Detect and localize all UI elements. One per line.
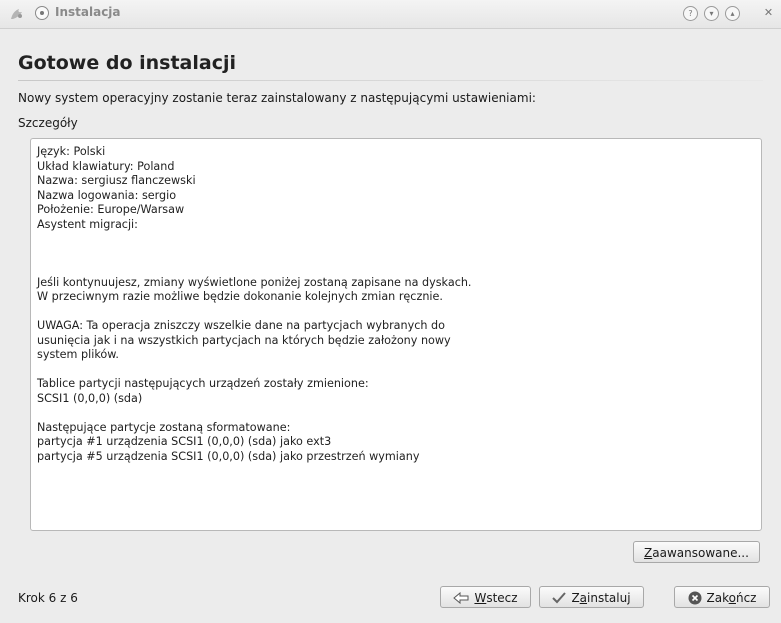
quit-mnemonic: o [728,591,736,605]
back-label: stecz [486,591,518,605]
help-icon[interactable]: ? [683,6,698,21]
install-label-before: Z [571,591,580,605]
back-mnemonic: W [474,591,487,605]
window-title: Instalacja [55,5,121,19]
step-indicator: Krok 6 z 6 [18,591,78,605]
advanced-button[interactable]: Zaawansowane... [633,541,760,563]
quit-button[interactable]: Zakończ [674,586,770,608]
window-menu-icon[interactable] [35,6,49,20]
back-button[interactable]: Wstecz [440,586,531,608]
details-text-area[interactable]: Język: Polski Układ klawiatury: Poland N… [30,138,762,531]
quit-icon [688,591,702,604]
arrow-left-icon [453,591,469,604]
quit-label-before: Zak [706,591,729,605]
details-content: Język: Polski Układ klawiatury: Poland N… [37,145,472,463]
advanced-label: aawansowane... [652,546,749,560]
minimize-icon[interactable]: ▾ [704,6,719,21]
install-label: instaluj [587,591,631,605]
checkmark-icon [552,591,567,603]
quit-label: ńcz [735,591,757,605]
app-icon [11,9,22,19]
details-label: Szczegóły [18,116,78,130]
page-title: Gotowe do instalacji [18,52,236,74]
intro-text: Nowy system operacyjny zostanie teraz za… [18,91,536,105]
close-icon[interactable]: ✕ [762,6,775,19]
title-bar[interactable]: Instalacja ? ▾ ▴ ✕ [0,0,781,29]
install-mnemonic: a [579,591,588,605]
maximize-icon[interactable]: ▴ [725,6,740,21]
heading-divider [18,80,763,81]
install-button[interactable]: Zainstaluj [539,586,644,608]
